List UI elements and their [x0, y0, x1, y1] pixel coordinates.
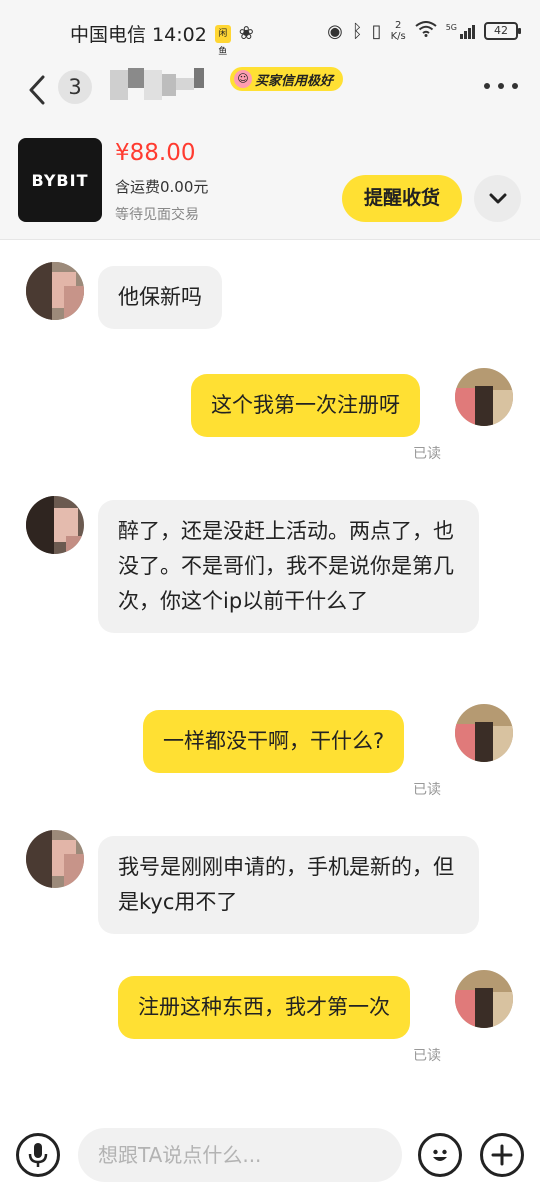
- product-card[interactable]: BYBIT ¥88.00 含运费0.00元 等待见面交易 提醒收货: [0, 118, 540, 240]
- product-thumbnail[interactable]: BYBIT: [18, 138, 102, 222]
- order-status: 等待见面交易: [115, 207, 199, 223]
- back-icon[interactable]: [22, 70, 52, 110]
- smile-face-icon: ☺: [234, 70, 252, 88]
- network-speed: 2 K/s: [390, 20, 406, 42]
- status-bar: 中国电信 14:02 闲鱼 ❀ ◉ ᛒ ▯ 2 K/s 5G 42: [0, 0, 540, 62]
- message-bubble[interactable]: 醉了，还是没赶上活动。两点了，也没了。不是哥们，我不是说你是第几次，你这个ip以…: [98, 500, 479, 633]
- message-bubble[interactable]: 注册这种东西，我才第一次: [118, 976, 410, 1039]
- read-receipt: 已读: [413, 446, 441, 462]
- more-icon[interactable]: [484, 74, 518, 98]
- read-receipt: 已读: [413, 782, 441, 798]
- chat-header: 3 ☺ 买家信用极好: [0, 62, 540, 118]
- my-avatar[interactable]: [455, 368, 513, 426]
- message-input[interactable]: 想跟TA说点什么...: [78, 1128, 402, 1182]
- contact-avatar[interactable]: [26, 830, 84, 888]
- input-bar: 想跟TA说点什么...: [0, 1110, 540, 1200]
- message-bubble[interactable]: 一样都没干啊，干什么?: [143, 710, 405, 773]
- brand-logo: BYBIT: [31, 170, 89, 190]
- unread-count-badge[interactable]: 3: [58, 70, 92, 104]
- vibrate-icon: ▯: [371, 20, 382, 42]
- remind-receipt-button[interactable]: 提醒收货: [342, 175, 462, 222]
- contact-avatar[interactable]: [26, 496, 84, 554]
- battery-icon: 42: [484, 22, 521, 40]
- my-avatar[interactable]: [455, 970, 513, 1028]
- product-price: ¥88.00: [115, 140, 196, 166]
- microphone-icon[interactable]: [16, 1133, 60, 1177]
- contact-name-redacted[interactable]: [100, 64, 208, 108]
- wifi-icon: [415, 20, 437, 42]
- emoji-icon[interactable]: [418, 1133, 462, 1177]
- credit-badge: ☺ 买家信用极好: [230, 67, 344, 91]
- my-avatar[interactable]: [455, 704, 513, 762]
- carrier-time: 中国电信 14:02: [70, 24, 207, 46]
- notification-icon: ❀: [238, 23, 254, 44]
- contact-avatar[interactable]: [26, 262, 84, 320]
- read-receipt: 已读: [413, 1048, 441, 1064]
- eye-icon: ◉: [327, 20, 343, 42]
- message-bubble[interactable]: 我号是刚刚申请的，手机是新的，但是kyc用不了: [98, 836, 479, 934]
- app-notification-icon: 闲鱼: [214, 24, 231, 57]
- bluetooth-icon: ᛒ: [351, 20, 363, 42]
- plus-icon[interactable]: [480, 1133, 524, 1177]
- message-bubble[interactable]: 他保新吗: [98, 266, 222, 329]
- chevron-down-icon[interactable]: [474, 175, 521, 222]
- shipping-info: 含运费0.00元: [115, 178, 209, 196]
- message-bubble[interactable]: 这个我第一次注册呀: [191, 374, 420, 437]
- signal-icon: 5G: [446, 23, 475, 39]
